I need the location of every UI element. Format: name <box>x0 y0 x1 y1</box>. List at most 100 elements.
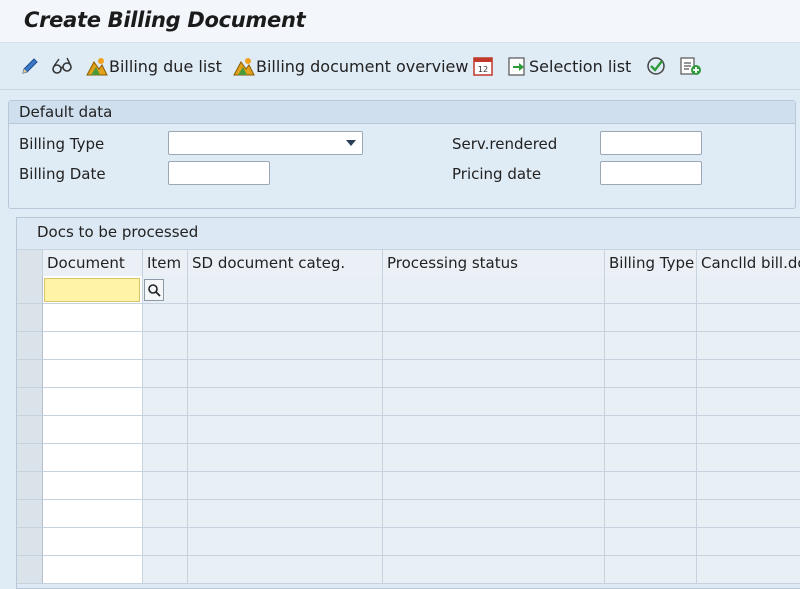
table-row[interactable] <box>17 528 800 556</box>
processing-status-cell <box>383 472 605 500</box>
pricing-date-field[interactable] <box>600 161 702 185</box>
billing-type-cell <box>605 444 697 472</box>
glasses-icon <box>52 57 72 74</box>
processing-status-cell <box>383 388 605 416</box>
canclld-bill-dc-cell <box>697 444 800 472</box>
edit-button[interactable] <box>20 53 40 79</box>
billing-date-label: Billing Date <box>19 165 106 183</box>
sd-document-categ-cell <box>188 388 383 416</box>
row-selector[interactable] <box>17 388 43 416</box>
docs-table-panel: Docs to be processed Document Item SD do… <box>16 217 800 589</box>
item-cell <box>143 528 188 556</box>
serv-rendered-field[interactable] <box>600 131 702 155</box>
table-header: Document Item SD document categ. Process… <box>17 249 800 277</box>
search-icon <box>148 284 161 297</box>
processing-status-cell <box>383 276 605 304</box>
row-selector[interactable] <box>17 556 43 584</box>
page-title: Create Billing Document <box>24 8 306 32</box>
processing-status-cell <box>383 304 605 332</box>
item-cell <box>143 500 188 528</box>
billing-type-dropdown[interactable] <box>168 131 363 155</box>
billing-type-cell <box>605 276 697 304</box>
processing-status-cell <box>383 444 605 472</box>
calendar-button[interactable]: 12 <box>472 53 494 79</box>
canclld-bill-dc-cell <box>697 332 800 360</box>
column-document[interactable]: Document <box>43 250 143 276</box>
canclld-bill-dc-cell <box>697 416 800 444</box>
item-cell <box>143 416 188 444</box>
sd-document-categ-cell <box>188 528 383 556</box>
display-button[interactable] <box>51 53 73 79</box>
table-row[interactable] <box>17 472 800 500</box>
sd-document-categ-cell <box>188 304 383 332</box>
table-row[interactable] <box>17 444 800 472</box>
column-canclld-bill-dc[interactable]: Canclld bill.dc <box>697 250 800 276</box>
selection-list-icon <box>508 57 525 76</box>
billing-type-cell <box>605 528 697 556</box>
billing-due-list-button[interactable]: Billing due list <box>86 53 222 79</box>
item-cell <box>143 444 188 472</box>
table-row[interactable] <box>17 304 800 332</box>
table-row[interactable] <box>17 360 800 388</box>
row-selector[interactable] <box>17 276 43 304</box>
sd-document-categ-cell <box>188 332 383 360</box>
docs-table-title: Docs to be processed <box>37 223 199 241</box>
processing-status-cell <box>383 360 605 388</box>
add-list-button[interactable] <box>679 53 703 79</box>
row-selector[interactable] <box>17 444 43 472</box>
canclld-bill-dc-cell <box>697 528 800 556</box>
item-cell <box>143 472 188 500</box>
item-cell <box>143 556 188 584</box>
document-cell[interactable] <box>43 444 143 472</box>
column-billing-type[interactable]: Billing Type <box>605 250 697 276</box>
value-help-button[interactable] <box>144 279 164 301</box>
mountain-icon <box>233 58 255 76</box>
row-selector[interactable] <box>17 500 43 528</box>
document-cell[interactable] <box>43 276 143 304</box>
item-cell <box>143 332 188 360</box>
row-selector[interactable] <box>17 304 43 332</box>
processing-status-cell <box>383 556 605 584</box>
document-cell[interactable] <box>43 556 143 584</box>
table-row[interactable] <box>17 276 800 304</box>
document-input[interactable] <box>44 278 140 302</box>
row-selector[interactable] <box>17 528 43 556</box>
row-selector[interactable] <box>17 472 43 500</box>
document-cell[interactable] <box>43 304 143 332</box>
item-cell <box>143 388 188 416</box>
document-cell[interactable] <box>43 472 143 500</box>
billing-doc-overview-button[interactable]: Billing document overview <box>233 53 468 79</box>
billing-due-list-label: Billing due list <box>109 56 222 76</box>
canclld-bill-dc-cell <box>697 276 800 304</box>
row-selector[interactable] <box>17 332 43 360</box>
table-row[interactable] <box>17 416 800 444</box>
billing-date-field[interactable] <box>168 161 270 185</box>
pencil-icon <box>22 58 38 74</box>
item-cell <box>143 304 188 332</box>
billing-type-cell <box>605 388 697 416</box>
default-data-header: Default data <box>9 101 795 124</box>
document-cell[interactable] <box>43 500 143 528</box>
processing-status-cell <box>383 528 605 556</box>
canclld-bill-dc-cell <box>697 500 800 528</box>
document-cell[interactable] <box>43 360 143 388</box>
table-row[interactable] <box>17 388 800 416</box>
column-sd-document-categ[interactable]: SD document categ. <box>188 250 383 276</box>
document-cell[interactable] <box>43 528 143 556</box>
processing-status-cell <box>383 416 605 444</box>
table-row[interactable] <box>17 500 800 528</box>
document-cell[interactable] <box>43 388 143 416</box>
row-selector[interactable] <box>17 416 43 444</box>
column-item[interactable]: Item <box>143 250 188 276</box>
document-cell[interactable] <box>43 416 143 444</box>
selection-list-button[interactable]: Selection list <box>506 53 631 79</box>
table-row[interactable] <box>17 332 800 360</box>
check-button[interactable] <box>645 53 667 79</box>
select-all-cell[interactable] <box>17 250 43 276</box>
row-selector[interactable] <box>17 360 43 388</box>
sd-document-categ-cell <box>188 360 383 388</box>
table-row[interactable] <box>17 556 800 584</box>
column-processing-status[interactable]: Processing status <box>383 250 605 276</box>
document-cell[interactable] <box>43 332 143 360</box>
default-data-group: Default data Billing Type Billing Date S… <box>8 100 796 209</box>
